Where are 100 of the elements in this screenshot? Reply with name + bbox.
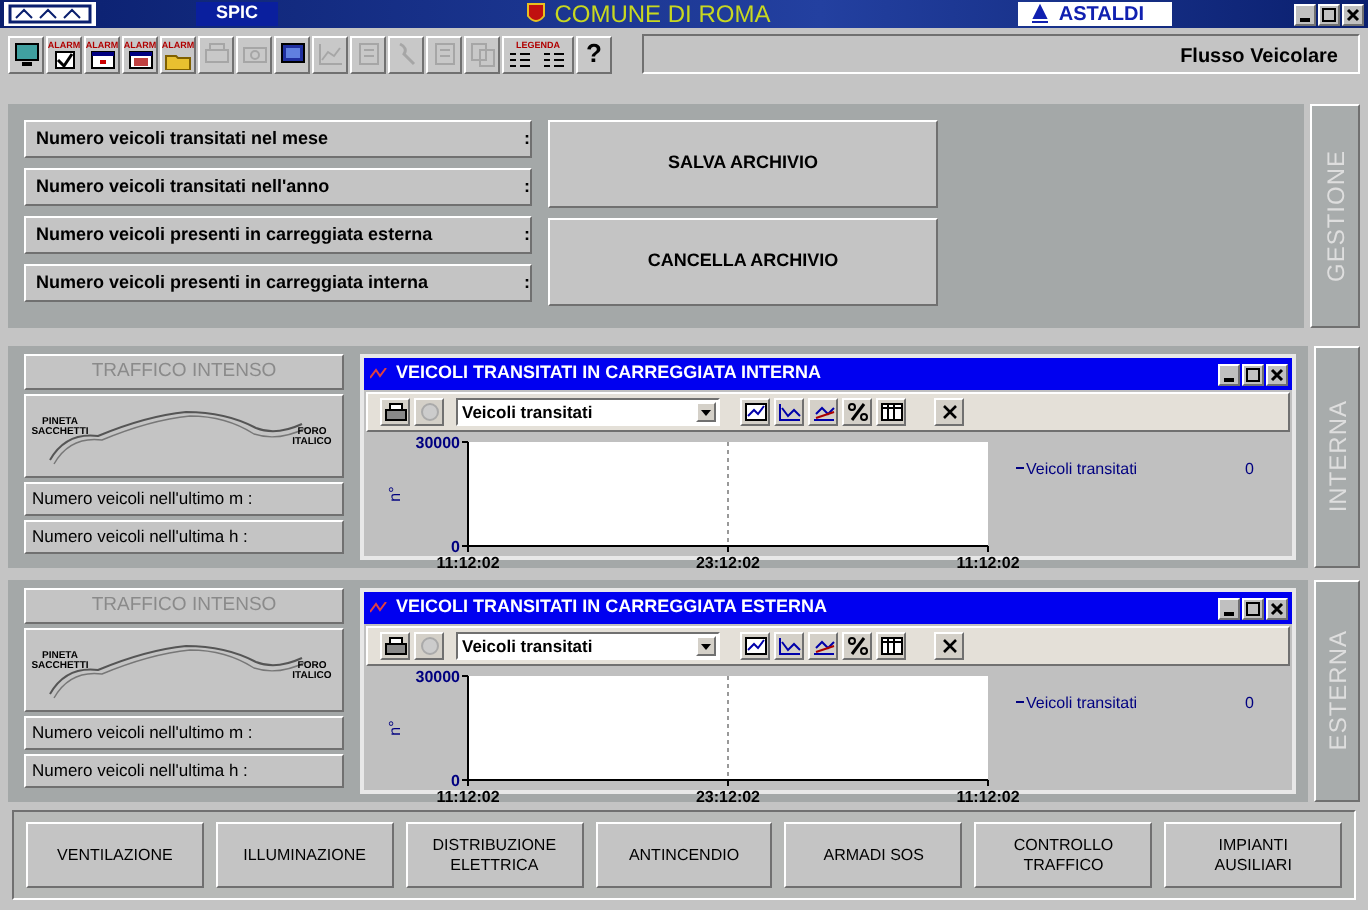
counter-label: Numero veicoli nell'ultimo m : [24, 716, 344, 750]
system-button[interactable]: ILLUMINAZIONE [215, 822, 394, 888]
field-label: Numero veicoli transitati nel mese [36, 125, 331, 152]
tick-label: 11:12:02 [436, 554, 500, 572]
toolbar-button[interactable] [876, 398, 906, 426]
minimize-icon [1300, 17, 1310, 21]
window-icon [87, 49, 117, 69]
chart-icon [370, 368, 388, 380]
dropdown-field[interactable]: Veicoli transitati [456, 632, 720, 660]
tick-label: 23:12:02 [695, 554, 761, 572]
chart-icon [743, 636, 767, 656]
monitor-icon [11, 40, 41, 68]
toolbar-button[interactable] [774, 398, 804, 426]
close-button[interactable] [1266, 363, 1288, 385]
close-button[interactable] [1342, 3, 1364, 25]
status-field: Flusso Veicolare [642, 34, 1360, 74]
maximize-button[interactable] [1318, 3, 1340, 25]
line-chart-icon [811, 402, 835, 422]
minimize-icon [1224, 377, 1234, 381]
printer-icon [201, 40, 231, 68]
minimize-icon [1224, 611, 1234, 615]
system-button[interactable]: VENTILAZIONE [26, 822, 204, 888]
legend-value: 0 [1245, 460, 1254, 478]
toolbar-button[interactable] [774, 632, 804, 660]
save-button[interactable]: SALVA ARCHIVIO [548, 120, 938, 208]
window-title: COMUNE DI ROMA [554, 0, 771, 28]
toolbar-button[interactable] [740, 632, 770, 660]
chart-icon [370, 602, 388, 614]
traffic-status: TRAFFICO INTENSO [24, 354, 344, 390]
field-label: Numero veicoli transitati nell'anno [36, 173, 332, 200]
disc-icon [417, 636, 441, 656]
person-icon [1030, 4, 1051, 24]
toolbar-button[interactable] [380, 632, 410, 660]
toolbar-button[interactable] [808, 398, 838, 426]
coat-of-arms-icon [526, 2, 547, 26]
toolbar-button[interactable] [876, 632, 906, 660]
maximize-button[interactable] [1242, 363, 1264, 385]
delete-button[interactable]: CANCELLA ARCHIVIO [548, 218, 938, 306]
maximize-icon [1244, 599, 1262, 617]
line-chart-icon [777, 402, 801, 422]
minimize-button[interactable] [1218, 597, 1240, 619]
field-separator: : [524, 125, 530, 152]
maximize-icon [1244, 365, 1262, 383]
badge-label: SPIC [196, 2, 279, 26]
tick-label: 30000 [415, 434, 460, 452]
counter-label: Numero veicoli nell'ultimo m : [24, 482, 344, 516]
folder-icon [163, 49, 193, 69]
axis-title: n° [386, 486, 404, 502]
brand-label: ASTALDI [1018, 2, 1172, 26]
legend-label: Veicoli transitati [1026, 694, 1138, 712]
close-icon [937, 402, 961, 422]
grid-line [727, 441, 729, 547]
table-icon [879, 636, 903, 656]
close-button[interactable] [1266, 597, 1288, 619]
field-separator: : [524, 269, 530, 296]
line-chart-icon [811, 636, 835, 656]
toolbar-button[interactable] [274, 35, 310, 73]
document-icon [429, 40, 459, 68]
logo-icon [4, 2, 96, 26]
toolbar-button[interactable] [934, 398, 964, 426]
toolbar-button[interactable] [380, 398, 410, 426]
help-button[interactable]: ? [576, 35, 612, 73]
minimize-button[interactable] [1218, 363, 1240, 385]
close-icon [1344, 5, 1362, 23]
toolbar-button[interactable] [808, 632, 838, 660]
tick-label: 0 [451, 772, 460, 790]
tick-label: 11:12:02 [956, 788, 1020, 806]
window-title: VEICOLI TRANSITATI IN CARREGGIATA INTERNA [396, 360, 823, 387]
tick-label: 23:12:02 [695, 788, 761, 806]
toolbar-button[interactable] [934, 632, 964, 660]
tick-label: 30000 [415, 668, 460, 686]
percent-icon [845, 636, 869, 656]
system-button[interactable]: CONTROLLO TRAFFICO [974, 822, 1153, 888]
minimize-button[interactable] [1294, 3, 1316, 25]
caret-icon [698, 404, 714, 420]
toolbar-button[interactable] [740, 398, 770, 426]
chart-icon [315, 40, 345, 68]
axis-title: n° [386, 720, 404, 736]
toolbar-button[interactable] [842, 398, 872, 426]
field-separator: : [524, 221, 530, 248]
tick-label: 11:12:02 [436, 788, 500, 806]
close-icon [1268, 599, 1286, 617]
grid-line [727, 675, 729, 781]
toolbar-button[interactable] [842, 632, 872, 660]
caret-icon [698, 638, 714, 654]
pages-icon [467, 40, 497, 68]
window-title: VEICOLI TRANSITATI IN CARREGGIATA ESTERNA [396, 594, 829, 621]
system-button[interactable]: IMPIANTI AUSILIARI [1164, 822, 1343, 888]
window-icon [125, 49, 155, 69]
monitor-icon [277, 40, 307, 68]
dropdown-field[interactable]: Veicoli transitati [456, 398, 720, 426]
system-button[interactable]: ANTINCENDIO [595, 822, 773, 888]
toolbar-button[interactable] [8, 35, 44, 73]
y-axis [461, 675, 469, 781]
maximize-button[interactable] [1242, 597, 1264, 619]
field-label: Numero veicoli presenti in carreggiata interna [36, 269, 431, 296]
system-button[interactable]: ARMADI SOS [784, 822, 963, 888]
tick-label: 11:12:02 [956, 554, 1020, 572]
percent-icon [845, 402, 869, 422]
system-button[interactable]: DISTRIBUZIONE ELETTRICA [405, 822, 584, 888]
